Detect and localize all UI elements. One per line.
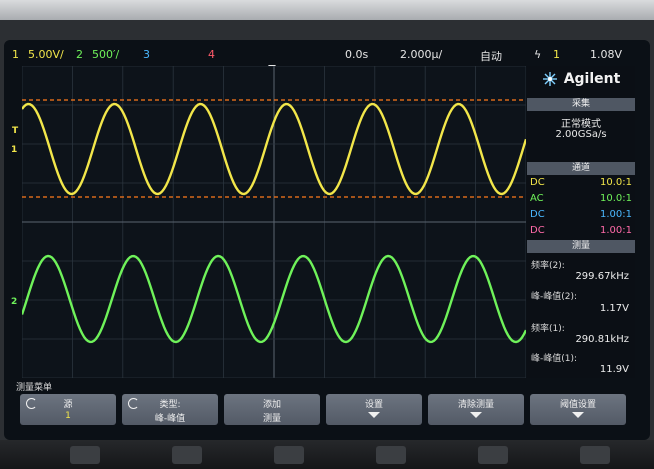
measurement-value: 290.81kHz bbox=[575, 334, 629, 345]
measurement-value: 1.17V bbox=[599, 303, 629, 314]
rotate-knob-icon bbox=[26, 398, 37, 409]
ch4-number[interactable]: 4 bbox=[208, 48, 215, 61]
softkey-source[interactable]: 源 1 bbox=[20, 394, 116, 425]
agilent-spark-icon bbox=[542, 72, 557, 86]
softkey-button[interactable] bbox=[274, 446, 304, 464]
measurement-label: 频率(2): bbox=[531, 261, 565, 271]
time-offset[interactable]: 0.0s bbox=[345, 48, 368, 61]
submenu-arrow-icon bbox=[470, 412, 482, 418]
brand-logo: Agilent bbox=[527, 66, 635, 92]
softkey-label: 添加 bbox=[262, 400, 281, 410]
probe-ratio: 1.00:1 bbox=[600, 225, 632, 236]
trigger-level[interactable]: 1.08V bbox=[590, 48, 622, 61]
trigger-edge-icon: ϟ bbox=[534, 48, 542, 61]
probe-ratio: 10.0:1 bbox=[600, 177, 632, 188]
measurement-label: 峰-峰值(2): bbox=[531, 292, 578, 302]
softkey-clear-measurement[interactable]: 清除测量 bbox=[428, 394, 524, 425]
softkey-threshold[interactable]: 阈值设置 bbox=[530, 394, 626, 425]
channels-header[interactable]: 通道 bbox=[527, 162, 635, 175]
softkey-button[interactable] bbox=[580, 446, 610, 464]
ch2-scale[interactable]: 500′/ bbox=[92, 48, 119, 61]
probe-coupling: DC bbox=[530, 225, 545, 236]
measurement-label: 频率(1): bbox=[531, 324, 565, 334]
time-scale[interactable]: 2.000µ/ bbox=[400, 48, 442, 61]
softkey-label: 阈值设置 bbox=[559, 400, 596, 410]
probe-coupling: DC bbox=[530, 209, 545, 220]
submenu-arrow-icon bbox=[572, 412, 584, 418]
ch2-number[interactable]: 2 bbox=[76, 48, 83, 61]
probe-row[interactable]: DC 10.0:1 bbox=[530, 177, 632, 188]
probe-coupling: AC bbox=[530, 193, 544, 204]
measurement-label: 峰-峰值(1): bbox=[531, 354, 578, 364]
softkey-type[interactable]: 类型: 峰-峰值 bbox=[122, 394, 218, 425]
scope-bezel-top bbox=[0, 0, 654, 20]
ch3-number[interactable]: 3 bbox=[143, 48, 150, 61]
status-bar: 1 5.00V/ 2 500′/ 3 4 0.0s 2.000µ/ 自动 ϟ 1… bbox=[4, 42, 650, 66]
ch1-scale[interactable]: 5.00V/ bbox=[28, 48, 64, 61]
softkey-add-measurement[interactable]: 添加 测量 bbox=[224, 394, 320, 425]
brand-name: Agilent bbox=[563, 71, 621, 87]
trigger-mode[interactable]: 自动 bbox=[480, 48, 502, 64]
info-panel: Agilent 采集 正常模式 2.00GSa/s 通道 DC 10.0:1 A… bbox=[527, 66, 635, 378]
probe-coupling: DC bbox=[530, 177, 545, 188]
softkey-button[interactable] bbox=[70, 446, 100, 464]
softkey-value: 1 bbox=[65, 411, 71, 421]
measurement-value: 299.67kHz bbox=[575, 271, 629, 282]
probe-row[interactable]: DC 1.00:1 bbox=[530, 225, 632, 236]
acquisition-mode: 正常模式 bbox=[561, 119, 601, 130]
softkey-label: 设置 bbox=[364, 400, 383, 410]
probe-row[interactable]: DC 1.00:1 bbox=[530, 209, 632, 220]
softkey-button[interactable] bbox=[376, 446, 406, 464]
probe-row[interactable]: AC 10.0:1 bbox=[530, 193, 632, 204]
trigger-level-marker[interactable]: T bbox=[12, 126, 18, 136]
acquisition-header[interactable]: 采集 bbox=[527, 98, 635, 111]
measurement-value: 11.9V bbox=[599, 364, 629, 375]
softkey-label: 清除测量 bbox=[457, 400, 494, 410]
ch1-ground-marker[interactable]: 1 bbox=[11, 145, 17, 155]
submenu-arrow-icon bbox=[368, 412, 380, 418]
softkey-button[interactable] bbox=[172, 446, 202, 464]
sample-rate: 2.00GSa/s bbox=[555, 129, 607, 140]
measurements-header[interactable]: 测量 bbox=[527, 240, 635, 253]
softkey-value: 测量 bbox=[262, 414, 281, 424]
softkey-value: 峰-峰值 bbox=[154, 414, 186, 424]
rotate-knob-icon bbox=[128, 398, 139, 409]
ch2-ground-marker[interactable]: 2 bbox=[11, 297, 17, 307]
trigger-source[interactable]: 1 bbox=[553, 48, 560, 61]
menu-title: 测量菜单 bbox=[16, 383, 53, 393]
softkey-settings[interactable]: 设置 bbox=[326, 394, 422, 425]
probe-ratio: 1.00:1 bbox=[600, 209, 632, 220]
softkey-button[interactable] bbox=[478, 446, 508, 464]
probe-ratio: 10.0:1 bbox=[600, 193, 632, 204]
waveform-display[interactable] bbox=[22, 66, 526, 378]
ch1-number[interactable]: 1 bbox=[12, 48, 19, 61]
